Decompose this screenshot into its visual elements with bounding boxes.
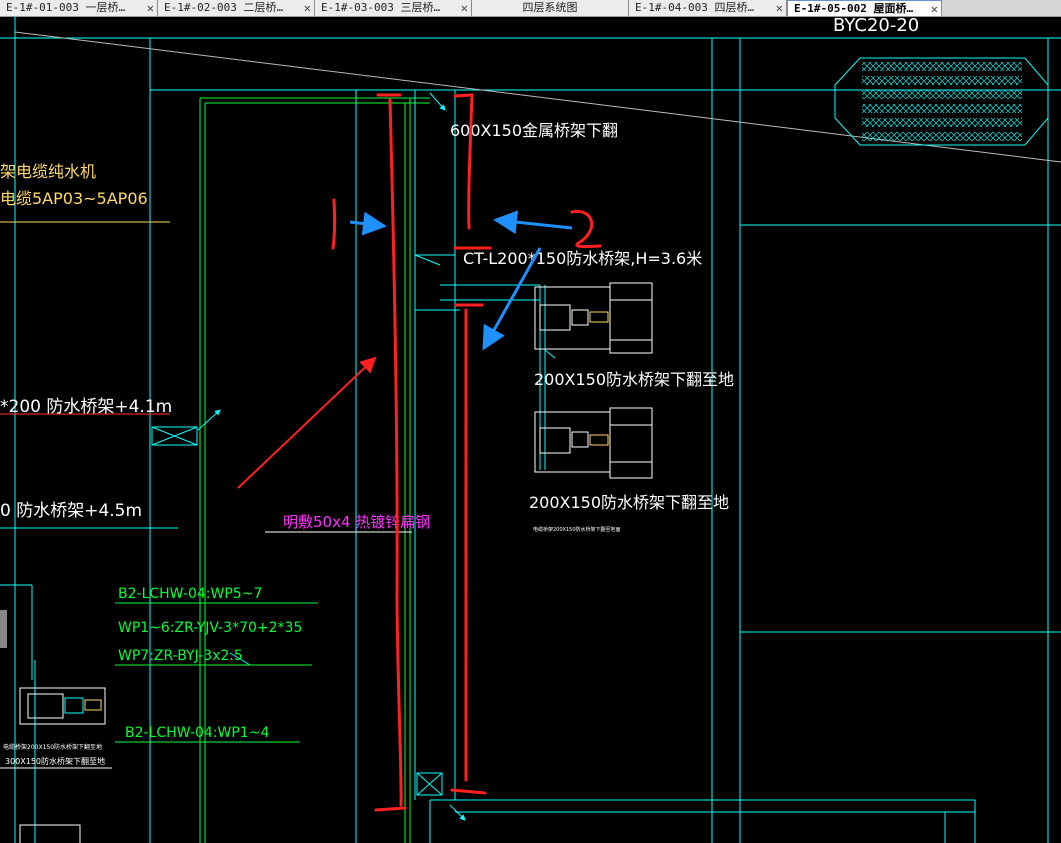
cable-note-line1: 架电缆纯水机 [0, 162, 96, 181]
tiny-note: 电缆桥架200X150防水桥架下翻至地面 [533, 526, 621, 533]
red-arrow [237, 356, 377, 489]
document-tab-bar: E-1#-01-003 一层桥… ✕ E-1#-02-003 二层桥… ✕ E-… [0, 0, 1061, 17]
tab-label: 四层系统图 [522, 1, 578, 14]
cable-label-wp1-4: B2-LCHW-04:WP1~4 [125, 725, 269, 741]
tab-close-icon[interactable]: ✕ [147, 0, 154, 16]
tab-label: E-1#-03-003 三层桥… [321, 1, 441, 14]
tab-label: E-1#-01-003 一层桥… [6, 1, 126, 14]
tray-200x150-label-b: 200X150防水桥架下翻至地 [529, 493, 729, 512]
tab-e1-01-003[interactable]: E-1#-01-003 一层桥… ✕ [0, 0, 158, 16]
equipment-unit-small-1 [19, 687, 106, 725]
cable-label-wp7: WP7:ZR-BYJ-3x2.5 [118, 648, 243, 664]
tab-close-icon[interactable]: ✕ [461, 0, 468, 16]
tab-e1-05-002-active[interactable]: E-1#-05-002 屋面桥… ✕ [787, 0, 942, 16]
tray-200x150-label-a: 200X150防水桥架下翻至地 [534, 370, 734, 389]
tab-close-icon[interactable]: ✕ [304, 0, 311, 16]
equipment-unit-1 [534, 282, 653, 354]
tab-label: E-1#-04-003 四层桥… [635, 1, 755, 14]
small-equip-note: 电缆桥架200X150防水桥架下翻至地 [3, 743, 102, 751]
vertical-cable-tray [414, 90, 976, 843]
flat-steel-label: 明敷50x4 热镀锌扁钢 [283, 513, 430, 531]
equipment-unit-small-2 [19, 824, 81, 843]
tab-label: E-1#-02-003 二层桥… [164, 1, 284, 14]
cable-note-line2: 电缆5AP03~5AP06 [0, 189, 148, 208]
cable-label-wp1-6: WP1~6:ZR-YJV-3*70+2*35 [118, 620, 302, 636]
side-block [0, 610, 7, 648]
tray-600x150-label: 600X150金属桥架下翻 [450, 121, 618, 140]
tray-ct-label: CT-L200*150防水桥架,H=3.6米 [463, 249, 702, 268]
tray-45m-label: 0 防水桥架+4.5m [0, 501, 142, 521]
tab-label: E-1#-05-002 屋面桥… [794, 2, 914, 15]
tab-e1-03-003[interactable]: E-1#-03-003 三层桥… ✕ [315, 0, 472, 16]
tray-41m-label: *200 防水桥架+4.1m [0, 397, 172, 417]
tab-e1-02-003[interactable]: E-1#-02-003 二层桥… ✕ [158, 0, 315, 16]
small-tray-note: 300X150防水桥架下翻至地 [5, 756, 105, 766]
tab-system-diagram[interactable]: 四层系统图 [472, 0, 629, 16]
top-label: BYC20-20 [833, 16, 919, 36]
tab-close-icon[interactable]: ✕ [776, 0, 783, 16]
blue-markup-arrows [349, 210, 573, 351]
cad-drawing-canvas[interactable]: BYC20-20 600X150金属桥架下翻 CT-L200*150防水桥架,H… [0, 16, 1061, 843]
roof-fan-unit [834, 57, 1049, 146]
equipment-unit-2 [534, 407, 653, 479]
text-underlines [0, 221, 412, 769]
tab-close-icon[interactable]: ✕ [931, 1, 938, 16]
cable-label-wp5-7: B2-LCHW-04:WP5~7 [118, 586, 262, 602]
tab-e1-04-003[interactable]: E-1#-04-003 四层桥… ✕ [629, 0, 787, 16]
